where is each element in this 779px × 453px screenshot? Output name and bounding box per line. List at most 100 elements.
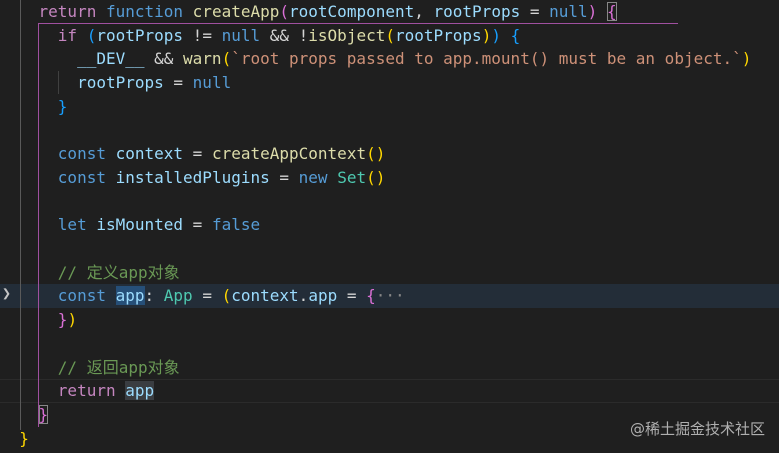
code-token: const <box>57 167 106 187</box>
code-token: = <box>520 2 550 21</box>
code-token: { <box>606 2 617 21</box>
code-text: let isMounted = false <box>0 213 260 237</box>
watermark: @稀土掘金技术社区 <box>629 420 765 438</box>
code-text: return app <box>0 379 155 403</box>
code-token: : <box>144 286 164 306</box>
code-token: } <box>19 428 29 448</box>
code-text: } <box>0 403 49 427</box>
code-token: ) <box>481 25 492 45</box>
code-token: // 定义app对象 <box>57 262 180 282</box>
chevron-right-icon[interactable]: ❯ <box>2 284 11 302</box>
code-token: null <box>221 25 261 45</box>
indent-guide <box>58 71 59 94</box>
code-token: context <box>231 286 299 306</box>
code-text: rootProps = null <box>0 71 231 95</box>
indent-guide <box>20 0 21 430</box>
code-token: ( <box>221 286 232 306</box>
code-token: createApp <box>192 2 280 21</box>
code-token: = <box>269 167 299 187</box>
code-token: = <box>183 144 212 164</box>
code-token: false <box>211 215 261 235</box>
code-line[interactable]: return function createApp(rootComponent,… <box>0 0 779 24</box>
code-line[interactable]: // 返回app对象 <box>0 356 779 380</box>
code-token: return <box>38 2 97 21</box>
code-token: isMounted <box>96 215 184 235</box>
code-line[interactable] <box>0 237 779 261</box>
code-line[interactable] <box>0 119 779 143</box>
code-text: } <box>0 427 29 451</box>
code-text: return function createApp(rootComponent,… <box>0 0 617 24</box>
code-token: function <box>105 2 184 21</box>
code-token: && ! <box>260 25 309 45</box>
code-token: new <box>298 167 328 187</box>
code-line[interactable]: const app: App = (context.app = {··· <box>0 284 779 309</box>
code-token: context <box>115 144 184 164</box>
code-line[interactable]: if (rootProps != null && !isObject(rootP… <box>0 24 779 48</box>
folded-ellipsis[interactable]: ··· <box>376 286 405 305</box>
code-token: return <box>57 381 116 401</box>
code-token: Set <box>337 167 367 187</box>
code-text: if (rootProps != null && !isObject(rootP… <box>0 24 520 48</box>
code-token: && <box>144 49 184 69</box>
code-token: ) <box>741 49 752 69</box>
code-token: App <box>163 286 193 306</box>
code-token: app <box>125 381 155 401</box>
code-line[interactable]: const installedPlugins = new Set() <box>0 166 779 190</box>
code-line[interactable]: }) <box>0 308 779 332</box>
code-text: // 定义app对象 <box>0 261 180 285</box>
code-token: rootComponent <box>289 2 415 21</box>
code-line[interactable] <box>0 190 779 214</box>
code-line[interactable]: const context = createAppContext() <box>0 142 779 166</box>
code-token: let <box>57 215 87 235</box>
code-text: // 返回app对象 <box>0 356 180 380</box>
code-token: ) <box>587 2 598 21</box>
code-line[interactable]: } <box>0 95 779 119</box>
code-line[interactable]: __DEV__ && warn(`root props passed to ap… <box>0 47 779 71</box>
code-token: rootProps <box>96 25 184 45</box>
code-token: ) <box>491 25 501 45</box>
code-token: } <box>57 96 68 116</box>
code-token: = <box>192 286 222 306</box>
code-token: () <box>366 167 386 187</box>
code-line[interactable]: let isMounted = false <box>0 213 779 237</box>
code-line[interactable]: rootProps = null <box>0 71 779 95</box>
code-token: ) <box>67 310 78 330</box>
code-editor[interactable]: } } return app // 返回app对象 }) const app: … <box>0 0 779 453</box>
code-token: { <box>366 286 376 306</box>
active-indent-guide <box>38 23 39 427</box>
code-token: null <box>549 2 588 21</box>
code-token: // 返回app对象 <box>57 357 180 377</box>
code-token: const <box>57 286 106 306</box>
code-text: const app: App = (context.app = {··· <box>0 284 405 308</box>
code-token: { <box>510 25 521 45</box>
code-token: createAppContext <box>211 144 367 164</box>
code-token: __DEV__ <box>77 49 145 69</box>
code-line[interactable]: return app <box>0 379 779 403</box>
code-token: } <box>57 310 68 330</box>
code-token: = <box>163 73 193 93</box>
code-token: isObject <box>308 25 386 45</box>
code-line[interactable] <box>0 332 779 356</box>
code-token: = <box>183 215 212 235</box>
code-token: const <box>57 144 106 164</box>
code-token: rootProps <box>77 73 164 93</box>
code-token: app <box>308 286 338 306</box>
code-text: } <box>0 95 68 119</box>
code-token: = <box>337 286 367 306</box>
code-token: ( <box>86 25 97 45</box>
code-token: rootProps <box>433 2 521 21</box>
code-line[interactable]: // 定义app对象 <box>0 261 779 285</box>
